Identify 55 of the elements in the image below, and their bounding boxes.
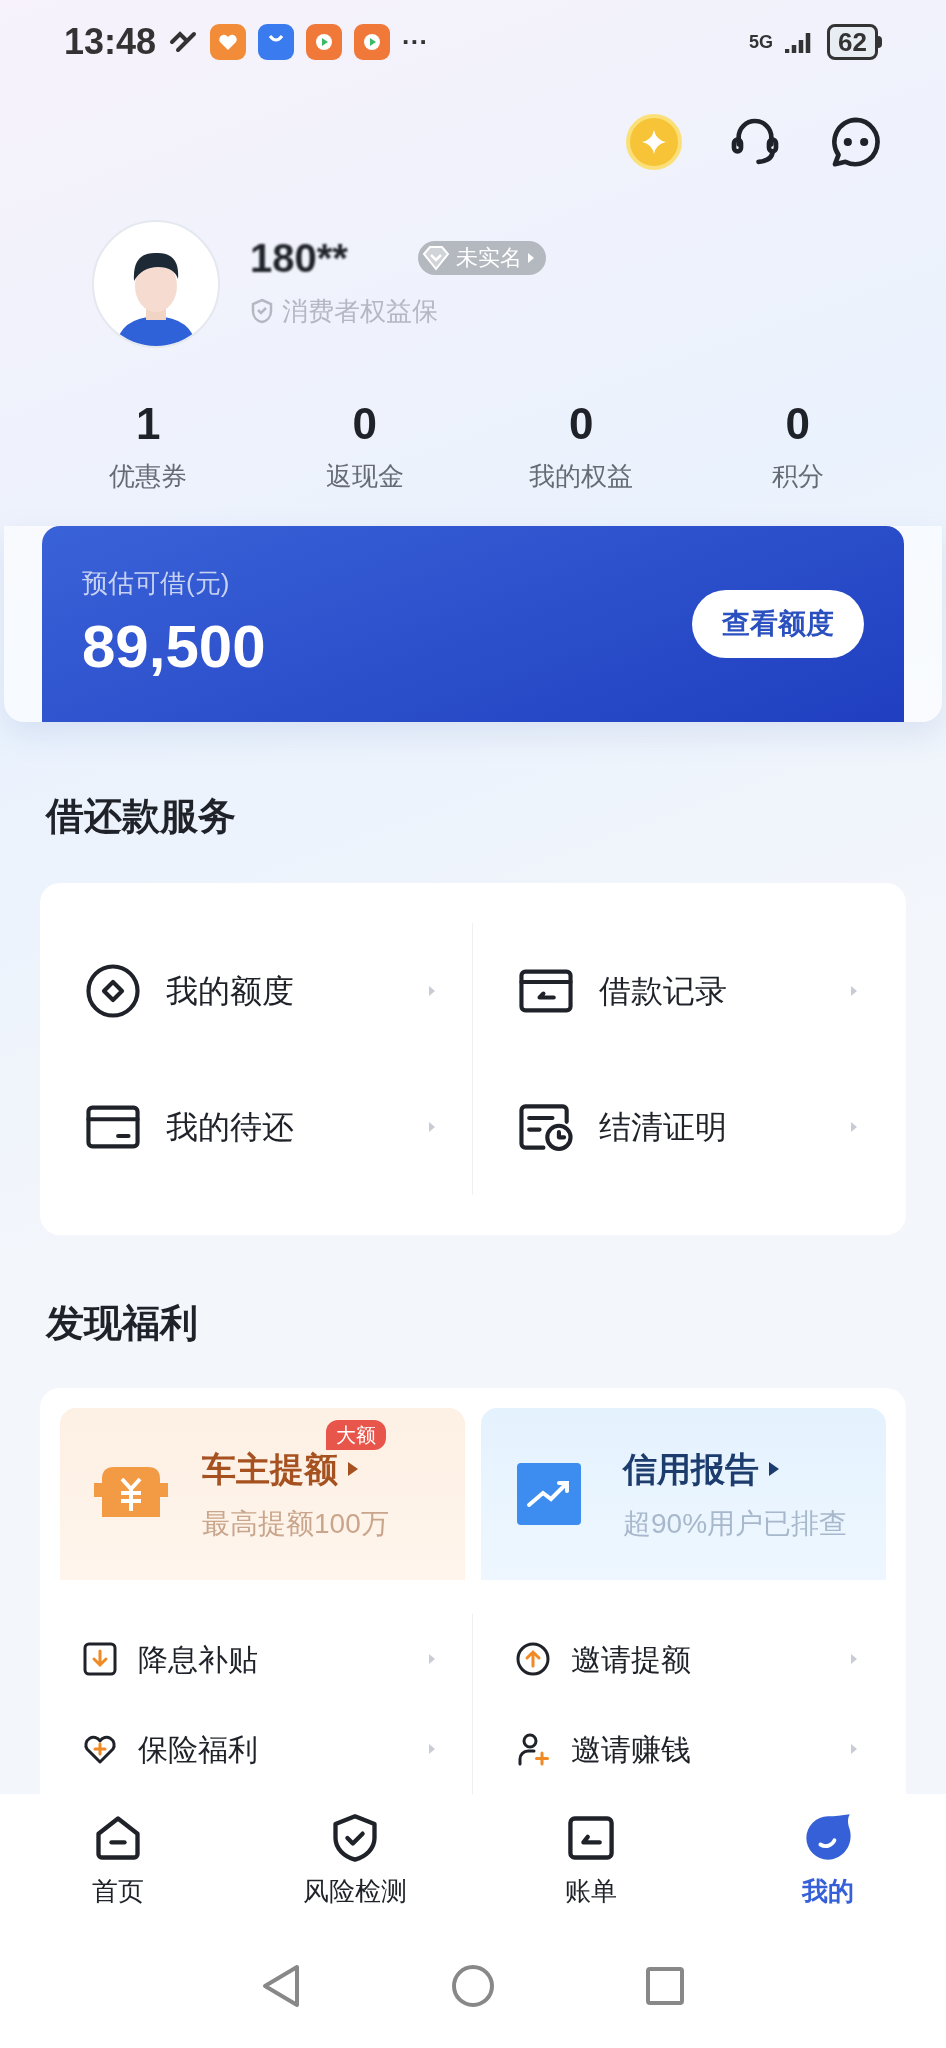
welfare-item[interactable]: 邀请赚钱 [571, 1726, 850, 1772]
promo-title: 车主提额 [202, 1448, 338, 1490]
caret-icon [348, 1462, 358, 1476]
chevron-icon [850, 1653, 858, 1665]
back-icon[interactable] [261, 1964, 301, 2008]
app-notification-icon [306, 24, 343, 60]
shield-icon [250, 298, 274, 324]
more-notifications: ··· [402, 25, 429, 59]
chevron-icon [428, 1743, 436, 1755]
promo-title: 信用报告 [623, 1448, 759, 1490]
notification-icon [168, 30, 199, 54]
service-item[interactable]: 我的待还 [166, 1103, 428, 1151]
welfare-item[interactable]: 邀请提额 [571, 1636, 850, 1682]
nav-tab[interactable]: 账单 [473, 1812, 710, 1911]
battery-indicator: 62 [827, 24, 882, 60]
promo-subtitle: 超90%用户已排查 [623, 1506, 848, 1541]
app-notification-icon [258, 24, 295, 60]
stat-item[interactable]: 1 优惠券 [40, 396, 257, 496]
credit-amount: 89,500 [82, 612, 266, 682]
chevron-icon [428, 1121, 436, 1133]
view-limit-button[interactable]: 查看额度 [692, 590, 864, 658]
user-name: 180** [250, 237, 348, 278]
chevron-icon [428, 1653, 436, 1665]
app-notification-icon [354, 24, 391, 60]
consumer-rights-text: 消费者权益保 [282, 294, 438, 328]
service-item[interactable]: 我的额度 [166, 967, 428, 1015]
recents-icon[interactable] [645, 1966, 685, 2006]
network-type: 5G [749, 33, 774, 51]
section-title: 发现福利 [46, 1301, 199, 1346]
service-item[interactable]: 结清证明 [599, 1103, 850, 1151]
stat-item[interactable]: 0 我的权益 [473, 396, 690, 496]
caret-icon [769, 1462, 779, 1476]
nav-tab[interactable]: 风险检测 [236, 1812, 473, 1911]
stat-item[interactable]: 0 返现金 [256, 396, 473, 496]
app-notification-icon [210, 24, 247, 60]
promo-tile[interactable]: 信用报告 超90%用户已排查 [481, 1408, 886, 1580]
home-button-icon[interactable] [451, 1964, 495, 2008]
welfare-item[interactable]: 降息补贴 [138, 1636, 428, 1682]
promo-subtitle: 最高提额100万 [202, 1506, 389, 1541]
download-icon [82, 1641, 118, 1677]
chevron-icon [850, 1121, 858, 1133]
promo-tile[interactable]: 大额 车主提额 最高提额100万 [60, 1408, 465, 1580]
card-label: 预估可借(元) [82, 567, 231, 600]
chevron-icon [428, 985, 436, 997]
nav-tab[interactable]: 我的 [709, 1812, 946, 1911]
promo-tag: 大额 [326, 1420, 386, 1450]
service-item[interactable]: 借款记录 [599, 967, 850, 1015]
stat-item[interactable]: 0 积分 [689, 396, 906, 496]
nav-tab[interactable]: 首页 [0, 1812, 237, 1911]
chevron-icon [850, 1743, 858, 1755]
welfare-item[interactable]: 保险福利 [138, 1726, 428, 1772]
upload-icon [515, 1641, 551, 1677]
status-time: 13:48 [64, 20, 157, 64]
chevron-icon [850, 985, 858, 997]
section-title: 借还款服务 [46, 794, 237, 839]
